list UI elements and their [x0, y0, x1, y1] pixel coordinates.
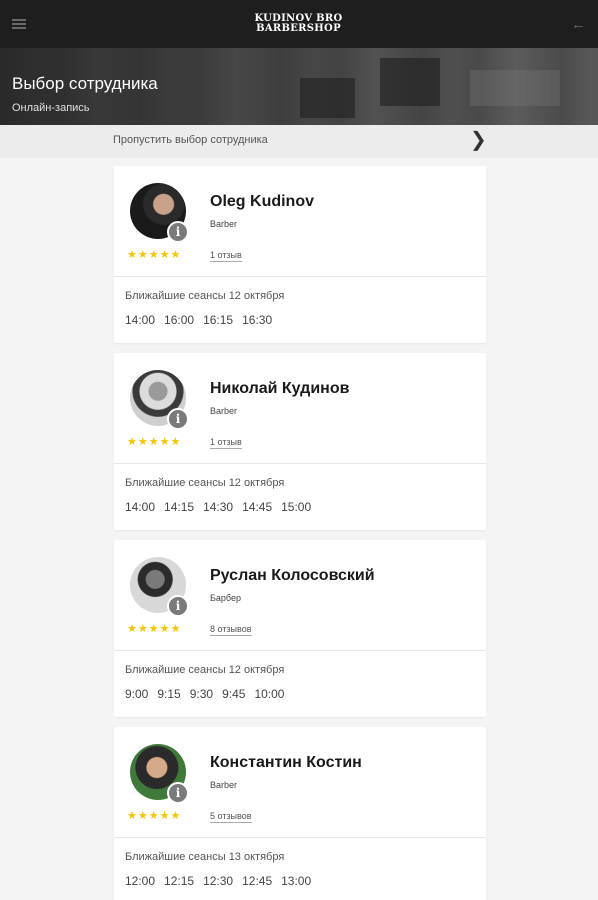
header-banner: Выбор сотрудника Онлайн-запись	[0, 48, 598, 125]
top-bar: KUDINOV BRO BARBERSHOP ←	[0, 0, 598, 48]
staff-role: Barber	[210, 780, 238, 790]
staff-card[interactable]: i ★★★★★ Константин Костин Barber 5 отзыв…	[114, 727, 486, 900]
time-slot[interactable]: 9:15	[157, 687, 180, 701]
page-title: Выбор сотрудника	[12, 74, 158, 93]
staff-card-header[interactable]: i ★★★★★ Руслан Колосовский Барбер 8 отзы…	[114, 540, 486, 650]
banner-photo-shape	[300, 78, 355, 118]
time-slots: 9:00 9:15 9:30 9:45 10:00	[125, 687, 284, 701]
info-icon[interactable]: i	[167, 782, 189, 804]
divider	[114, 650, 486, 651]
skip-staff-selection[interactable]: Пропустить выбор сотрудника ❯	[0, 125, 598, 158]
sessions-label: Ближайшие сеансы 13 октября	[125, 851, 285, 863]
staff-role: Барбер	[210, 593, 241, 603]
time-slot[interactable]: 16:15	[203, 313, 233, 327]
banner-photo-shape	[470, 70, 560, 106]
time-slots: 14:00 14:15 14:30 14:45 15:00	[125, 500, 311, 514]
staff-card[interactable]: i ★★★★★ Oleg Kudinov Barber 1 отзыв Ближ…	[114, 166, 486, 343]
time-slot[interactable]: 16:30	[242, 313, 272, 327]
skip-label: Пропустить выбор сотрудника	[113, 134, 268, 146]
time-slots: 12:00 12:15 12:30 12:45 13:00	[125, 874, 311, 888]
time-slot[interactable]: 9:00	[125, 687, 148, 701]
time-slot[interactable]: 10:00	[254, 687, 284, 701]
staff-card-header[interactable]: i ★★★★★ Константин Костин Barber 5 отзыв…	[114, 727, 486, 837]
info-icon[interactable]: i	[167, 221, 189, 243]
staff-card-header[interactable]: i ★★★★★ Николай Кудинов Barber 1 отзыв	[114, 353, 486, 463]
rating-stars: ★★★★★	[127, 623, 182, 635]
sessions-label: Ближайшие сеансы 12 октября	[125, 290, 285, 302]
info-icon[interactable]: i	[167, 595, 189, 617]
staff-name[interactable]: Константин Костин	[210, 754, 362, 772]
staff-card[interactable]: i ★★★★★ Руслан Колосовский Барбер 8 отзы…	[114, 540, 486, 717]
page-subtitle: Онлайн-запись	[12, 102, 90, 114]
reviews-link[interactable]: 8 отзывов	[210, 624, 252, 636]
time-slot[interactable]: 13:00	[281, 874, 311, 888]
time-slot[interactable]: 12:30	[203, 874, 233, 888]
time-slot[interactable]: 14:45	[242, 500, 272, 514]
reviews-link[interactable]: 5 отзывов	[210, 811, 252, 823]
divider	[114, 463, 486, 464]
time-slot[interactable]: 14:30	[203, 500, 233, 514]
staff-role: Barber	[210, 219, 238, 229]
time-slots: 14:00 16:00 16:15 16:30	[125, 313, 272, 327]
time-slot[interactable]: 9:45	[222, 687, 245, 701]
rating-stars: ★★★★★	[127, 810, 182, 822]
rating-stars: ★★★★★	[127, 249, 182, 261]
sessions-label: Ближайшие сеансы 12 октября	[125, 477, 285, 489]
staff-name[interactable]: Руслан Колосовский	[210, 567, 375, 585]
staff-name[interactable]: Николай Кудинов	[210, 380, 349, 398]
time-slot[interactable]: 14:00	[125, 500, 155, 514]
reviews-link[interactable]: 1 отзыв	[210, 437, 242, 449]
staff-card[interactable]: i ★★★★★ Николай Кудинов Barber 1 отзыв Б…	[114, 353, 486, 530]
time-slot[interactable]: 14:00	[125, 313, 155, 327]
time-slot[interactable]: 16:00	[164, 313, 194, 327]
staff-name[interactable]: Oleg Kudinov	[210, 193, 314, 211]
logo-line-2: BARBERSHOP	[256, 23, 341, 34]
divider	[114, 276, 486, 277]
time-slot[interactable]: 9:30	[190, 687, 213, 701]
banner-photo-shape	[380, 58, 440, 106]
info-icon[interactable]: i	[167, 408, 189, 430]
logo: KUDINOV BRO BARBERSHOP	[254, 14, 342, 34]
staff-card-header[interactable]: i ★★★★★ Oleg Kudinov Barber 1 отзыв	[114, 166, 486, 276]
time-slot[interactable]: 12:15	[164, 874, 194, 888]
time-slot[interactable]: 14:15	[164, 500, 194, 514]
chevron-right-icon[interactable]: ❯	[470, 130, 487, 150]
time-slot[interactable]: 12:45	[242, 874, 272, 888]
menu-icon[interactable]	[12, 19, 26, 29]
reviews-link[interactable]: 1 отзыв	[210, 250, 242, 262]
divider	[114, 837, 486, 838]
time-slot[interactable]: 12:00	[125, 874, 155, 888]
time-slot[interactable]: 15:00	[281, 500, 311, 514]
sessions-label: Ближайшие сеансы 12 октября	[125, 664, 285, 676]
back-arrow-icon[interactable]: ←	[571, 17, 586, 32]
rating-stars: ★★★★★	[127, 436, 182, 448]
staff-role: Barber	[210, 406, 238, 416]
